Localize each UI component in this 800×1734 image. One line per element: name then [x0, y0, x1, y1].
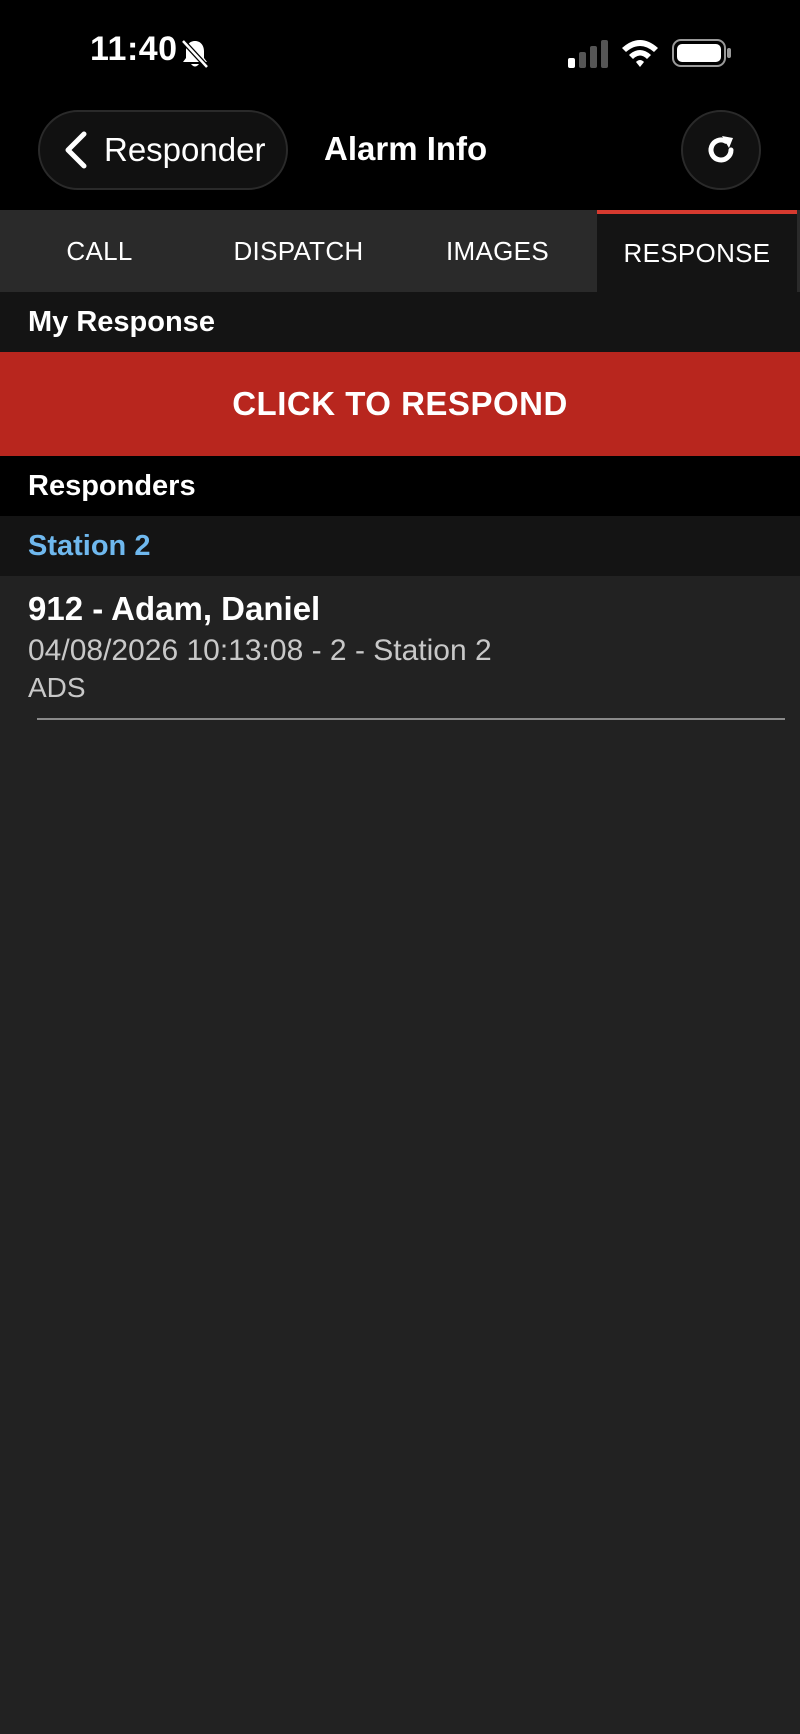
responder-detail: 04/08/2026 10:13:08 - 2 - Station 2 — [28, 634, 492, 667]
back-button[interactable]: Responder — [38, 110, 288, 190]
back-button-label: Responder — [104, 131, 266, 168]
responder-name: 912 - Adam, Daniel — [28, 590, 321, 627]
my-response-header: My Response — [0, 292, 800, 352]
tab-images[interactable]: IMAGES — [398, 210, 597, 292]
page-title: Alarm Info — [324, 130, 488, 167]
station-group-header: Station 2 — [0, 516, 800, 576]
responder-list-item[interactable]: 912 - Adam, Daniel 04/08/2026 10:13:08 -… — [0, 576, 800, 720]
responders-header: Responders — [0, 456, 800, 516]
status-bar: 11:40 — [0, 0, 800, 110]
divider — [37, 718, 785, 720]
wifi-icon — [622, 40, 658, 67]
tab-response[interactable]: RESPONSE — [597, 210, 797, 292]
tab-dispatch[interactable]: DISPATCH — [199, 210, 398, 292]
chevron-left-icon — [65, 131, 87, 169]
bell-slash-icon — [181, 39, 209, 69]
status-time: 11:40 — [90, 30, 178, 68]
click-to-respond-button[interactable]: CLICK TO RESPOND — [0, 352, 800, 456]
battery-icon — [672, 39, 731, 67]
navigation-bar: Responder Alarm Info — [0, 110, 800, 210]
tab-bar: CALL DISPATCH IMAGES RESPONSE — [0, 210, 800, 292]
refresh-button[interactable] — [681, 110, 761, 190]
responder-code: ADS — [28, 672, 86, 703]
refresh-icon — [708, 136, 734, 163]
cellular-signal-icon — [568, 40, 608, 68]
tab-call[interactable]: CALL — [0, 210, 199, 292]
